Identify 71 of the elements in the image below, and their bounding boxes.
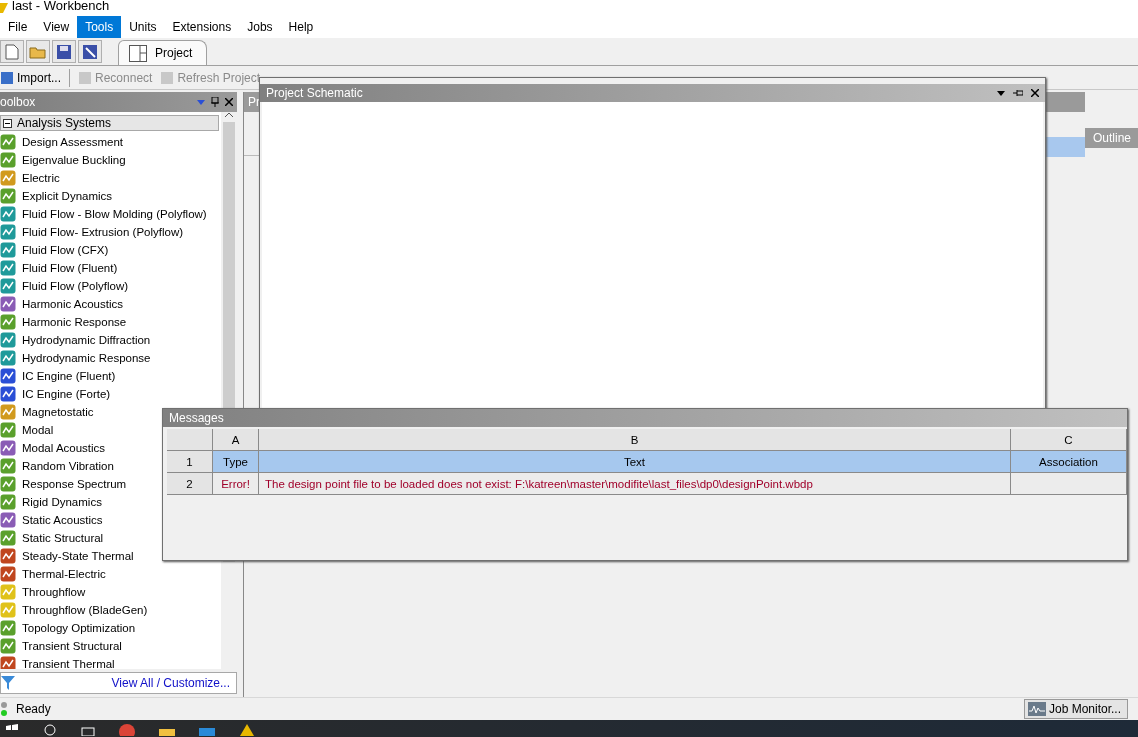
toolbox-item[interactable]: Fluid Flow - Blow Molding (Polyflow) [0, 205, 221, 223]
window-title: last - Workbench [12, 0, 110, 13]
toolbox-item[interactable]: Static Acoustics [0, 511, 221, 529]
status-text: Ready [16, 702, 52, 716]
menu-item[interactable]: View [35, 16, 78, 38]
menu-item[interactable]: Jobs [239, 16, 281, 38]
row-number: 1 [167, 451, 213, 473]
pin-icon[interactable] [211, 97, 219, 107]
layout-icon [129, 44, 147, 62]
toolbox-item[interactable]: Static Structural [0, 529, 221, 547]
toolbox-item[interactable]: IC Engine (Fluent) [0, 367, 221, 385]
toolbox-item[interactable]: Hydrodynamic Diffraction [0, 331, 221, 349]
menu-item[interactable]: File [0, 16, 36, 38]
new-file-button[interactable] [0, 40, 24, 63]
save-button[interactable] [52, 40, 76, 63]
toolbox-item[interactable]: Fluid Flow (Fluent) [0, 259, 221, 277]
group-label: Analysis Systems [17, 116, 112, 130]
group-header[interactable]: Analysis Systems [0, 115, 219, 131]
toolbox-item[interactable]: Electric [0, 169, 221, 187]
disk-icon [82, 43, 98, 60]
menu-item[interactable]: Tools [77, 16, 122, 38]
table-cell: Error! [213, 473, 259, 495]
toolbox-item[interactable]: Topology Optimization [0, 619, 221, 637]
table-cell: Text [259, 451, 1011, 473]
status-light-icon [0, 701, 8, 717]
messages-title: Messages [169, 411, 225, 425]
filter-icon[interactable] [1, 676, 15, 690]
toolbox-item[interactable]: Transient Thermal [0, 655, 221, 669]
job-monitor-button[interactable]: Job Monitor... [1023, 699, 1128, 719]
toolbox-item[interactable]: Fluid Flow- Extrusion (Polyflow) [0, 223, 221, 241]
toolbox-item[interactable]: Transient Structural [0, 637, 221, 655]
menu-item[interactable]: Units [121, 16, 165, 38]
row-number: 2 [167, 473, 213, 495]
table-cell: Type [213, 451, 259, 473]
toolbox-item[interactable]: Harmonic Acoustics [0, 295, 221, 313]
close-icon[interactable] [1031, 89, 1039, 97]
pulse-icon [1027, 702, 1046, 716]
table-cell: Association [1011, 451, 1127, 473]
collapse-icon[interactable] [3, 118, 12, 128]
outline-header: Outline [1085, 128, 1138, 148]
schematic-title: Project Schematic [266, 86, 364, 100]
toolbox-item[interactable]: Rigid Dynamics [0, 493, 221, 511]
column-header: A [213, 429, 259, 451]
toolbox-item[interactable]: Design Assessment [0, 133, 221, 151]
toolbox-item[interactable]: Thermal-Electric [0, 565, 221, 583]
toolbar-button[interactable]: Import... [0, 70, 61, 85]
toolbox-item[interactable]: Eigenvalue Buckling [0, 151, 221, 169]
pin-icon[interactable] [1013, 89, 1023, 97]
menu-item[interactable]: Extensions [164, 16, 240, 38]
corner-cell [167, 429, 213, 451]
toolbox-item[interactable]: Explicit Dynamics [0, 187, 221, 205]
column-header: C [1011, 429, 1127, 451]
toolbox-item[interactable]: Hydrodynamic Response [0, 349, 221, 367]
dropdown-icon[interactable] [997, 90, 1005, 96]
toolbox-item[interactable]: Harmonic Response [0, 313, 221, 331]
toolbox-header: oolbox [0, 92, 237, 112]
menu-item[interactable]: Help [280, 16, 322, 38]
toolbox-item[interactable]: Steady-State Thermal [0, 547, 221, 565]
toolbox-item[interactable]: Throughflow [0, 583, 221, 601]
project-tab[interactable]: Project [118, 40, 208, 65]
toolbox-item[interactable]: Throughflow (BladeGen) [0, 601, 221, 619]
toolbox-item[interactable]: IC Engine (Forte) [0, 385, 221, 403]
app-logo-icon [0, 3, 8, 13]
save-as-button[interactable] [78, 40, 102, 63]
close-icon[interactable] [225, 98, 233, 106]
scroll-up-icon[interactable] [225, 112, 233, 118]
toolbox-item[interactable]: Fluid Flow (Polyflow) [0, 277, 221, 295]
column-header: B [259, 429, 1011, 451]
toolbox-item[interactable]: Fluid Flow (CFX) [0, 241, 221, 259]
table-cell: The design point file to be loaded does not exist: F:\katreen\master\modifite\last_files\dp0\designPoint.wbdp [259, 473, 1011, 495]
file-icon [5, 43, 19, 60]
